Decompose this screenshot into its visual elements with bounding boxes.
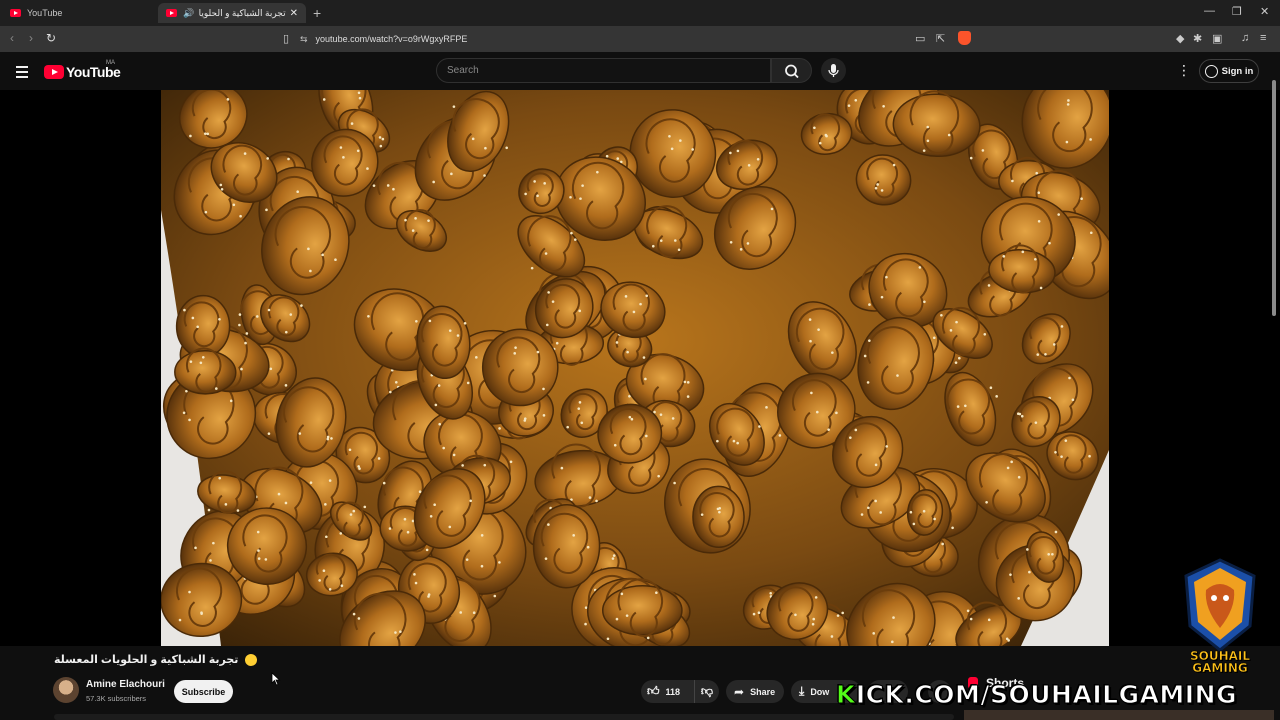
like-count: 118	[665, 686, 681, 697]
youtube-logo[interactable]: YouTube MA	[44, 60, 121, 80]
channel-name[interactable]: Amine Elachouri	[86, 679, 165, 690]
youtube-play-icon	[44, 65, 64, 79]
account-icon	[1204, 64, 1218, 78]
share-button[interactable]: ➦ Share	[726, 680, 784, 703]
video-title-text: تجربة الشباكية و الحلويات المعسلة	[54, 654, 239, 666]
sign-in-button[interactable]: Sign in	[1199, 59, 1259, 83]
browser-tab-bar: YouTube 🔊 تجربة الشباكية و الحلويات المع…	[0, 0, 1280, 26]
site-info-icon[interactable]: ⇆	[300, 34, 308, 45]
badge-text: SOUHAIL GAMING	[1176, 650, 1264, 675]
forward-icon[interactable]: ›	[29, 31, 33, 45]
kick-url: ICK.COM/SOUHAILGAMING	[855, 680, 1238, 710]
more-icon[interactable]: ⋮	[1177, 62, 1191, 79]
browser-toolbar: ‹ › ↻ ▯ ⇆ youtube.com/watch?v=o9rWgxyRFP…	[0, 26, 1280, 52]
share-label: Share	[750, 686, 776, 697]
wallet-icon[interactable]: ◆	[1176, 32, 1184, 45]
search-box	[436, 58, 771, 83]
reload-icon[interactable]: ↻	[46, 31, 56, 45]
url-text: youtube.com/watch?v=o9rWgxyRFPE	[315, 34, 468, 44]
video-player[interactable]	[161, 90, 1109, 646]
search-input[interactable]	[437, 59, 770, 82]
like-icon: 👍︎	[647, 684, 660, 698]
download-icon: ⤓	[799, 684, 805, 698]
scrollbar-thumb[interactable]	[1272, 80, 1276, 316]
window-close-icon[interactable]: ✕	[1260, 5, 1269, 18]
brave-shield-icon[interactable]	[958, 31, 971, 45]
extensions-icon[interactable]: ✱	[1193, 32, 1202, 45]
kick-overlay-text: KICK.COM/SOUHAILGAMING	[836, 680, 1238, 710]
kick-prefix: K	[836, 680, 856, 710]
dislike-icon: 👎︎	[700, 684, 714, 698]
sign-in-label: Sign in	[1221, 65, 1254, 77]
page-scrollbar[interactable]	[1270, 62, 1278, 712]
browser-menu-icon[interactable]: ≡	[1260, 32, 1266, 44]
youtube-favicon-icon	[166, 9, 177, 17]
cast-icon[interactable]: ▭	[915, 32, 925, 45]
plus-icon[interactable]: +	[313, 5, 321, 21]
tab-title: تجربة الشباكية و الحلويات المعسلة	[198, 7, 286, 18]
video-title: تجربة الشباكية و الحلويات المعسلة	[54, 653, 258, 667]
like-button[interactable]: 👍︎ 118	[641, 680, 694, 703]
speaker-icon[interactable]: 🔊	[183, 8, 194, 19]
channel-avatar[interactable]	[53, 677, 79, 703]
tab-video[interactable]: 🔊 تجربة الشباكية و الحلويات المعسلة ✕	[158, 3, 306, 23]
bookmark-icon[interactable]: ▯	[283, 32, 289, 45]
voice-search-button[interactable]	[821, 58, 846, 83]
tab-title: YouTube	[27, 8, 63, 18]
subscriber-count: 57.3K subscribers	[86, 694, 147, 703]
badge-line-2: GAMING	[1192, 661, 1248, 675]
mic-icon	[828, 64, 839, 77]
dislike-button[interactable]: 👎︎	[694, 680, 719, 703]
share-page-icon[interactable]: ⇱	[936, 32, 945, 45]
sidebar-icon[interactable]: ▣	[1212, 32, 1222, 45]
mouse-cursor-icon	[271, 672, 281, 691]
search-icon	[785, 64, 799, 79]
subscribe-button[interactable]: Subscribe	[174, 680, 233, 703]
minimize-icon[interactable]: —	[1204, 5, 1215, 17]
download-label: Dow	[810, 686, 830, 697]
back-icon[interactable]: ‹	[10, 31, 14, 45]
country-code: MA	[106, 60, 115, 66]
shorts-thumbnails-strip[interactable]	[964, 710, 1274, 720]
address-bar[interactable]: ⇆ youtube.com/watch?v=o9rWgxyRFPE	[300, 30, 980, 48]
video-frame-image	[161, 90, 1109, 646]
youtube-header: YouTube MA ⋮ Sign in	[0, 52, 1280, 90]
maximize-icon[interactable]: ❐	[1232, 5, 1242, 18]
tab-youtube[interactable]: YouTube	[2, 3, 154, 23]
emoji-icon	[245, 654, 258, 667]
close-icon[interactable]: ✕	[290, 8, 298, 19]
logo-text: YouTube	[66, 64, 121, 80]
media-icon[interactable]: ♫	[1241, 32, 1249, 44]
youtube-favicon-icon	[10, 9, 21, 17]
search-button[interactable]	[771, 58, 812, 83]
menu-icon[interactable]	[16, 66, 28, 81]
description-box-edge[interactable]	[54, 714, 954, 720]
share-icon: ➦	[734, 684, 745, 699]
